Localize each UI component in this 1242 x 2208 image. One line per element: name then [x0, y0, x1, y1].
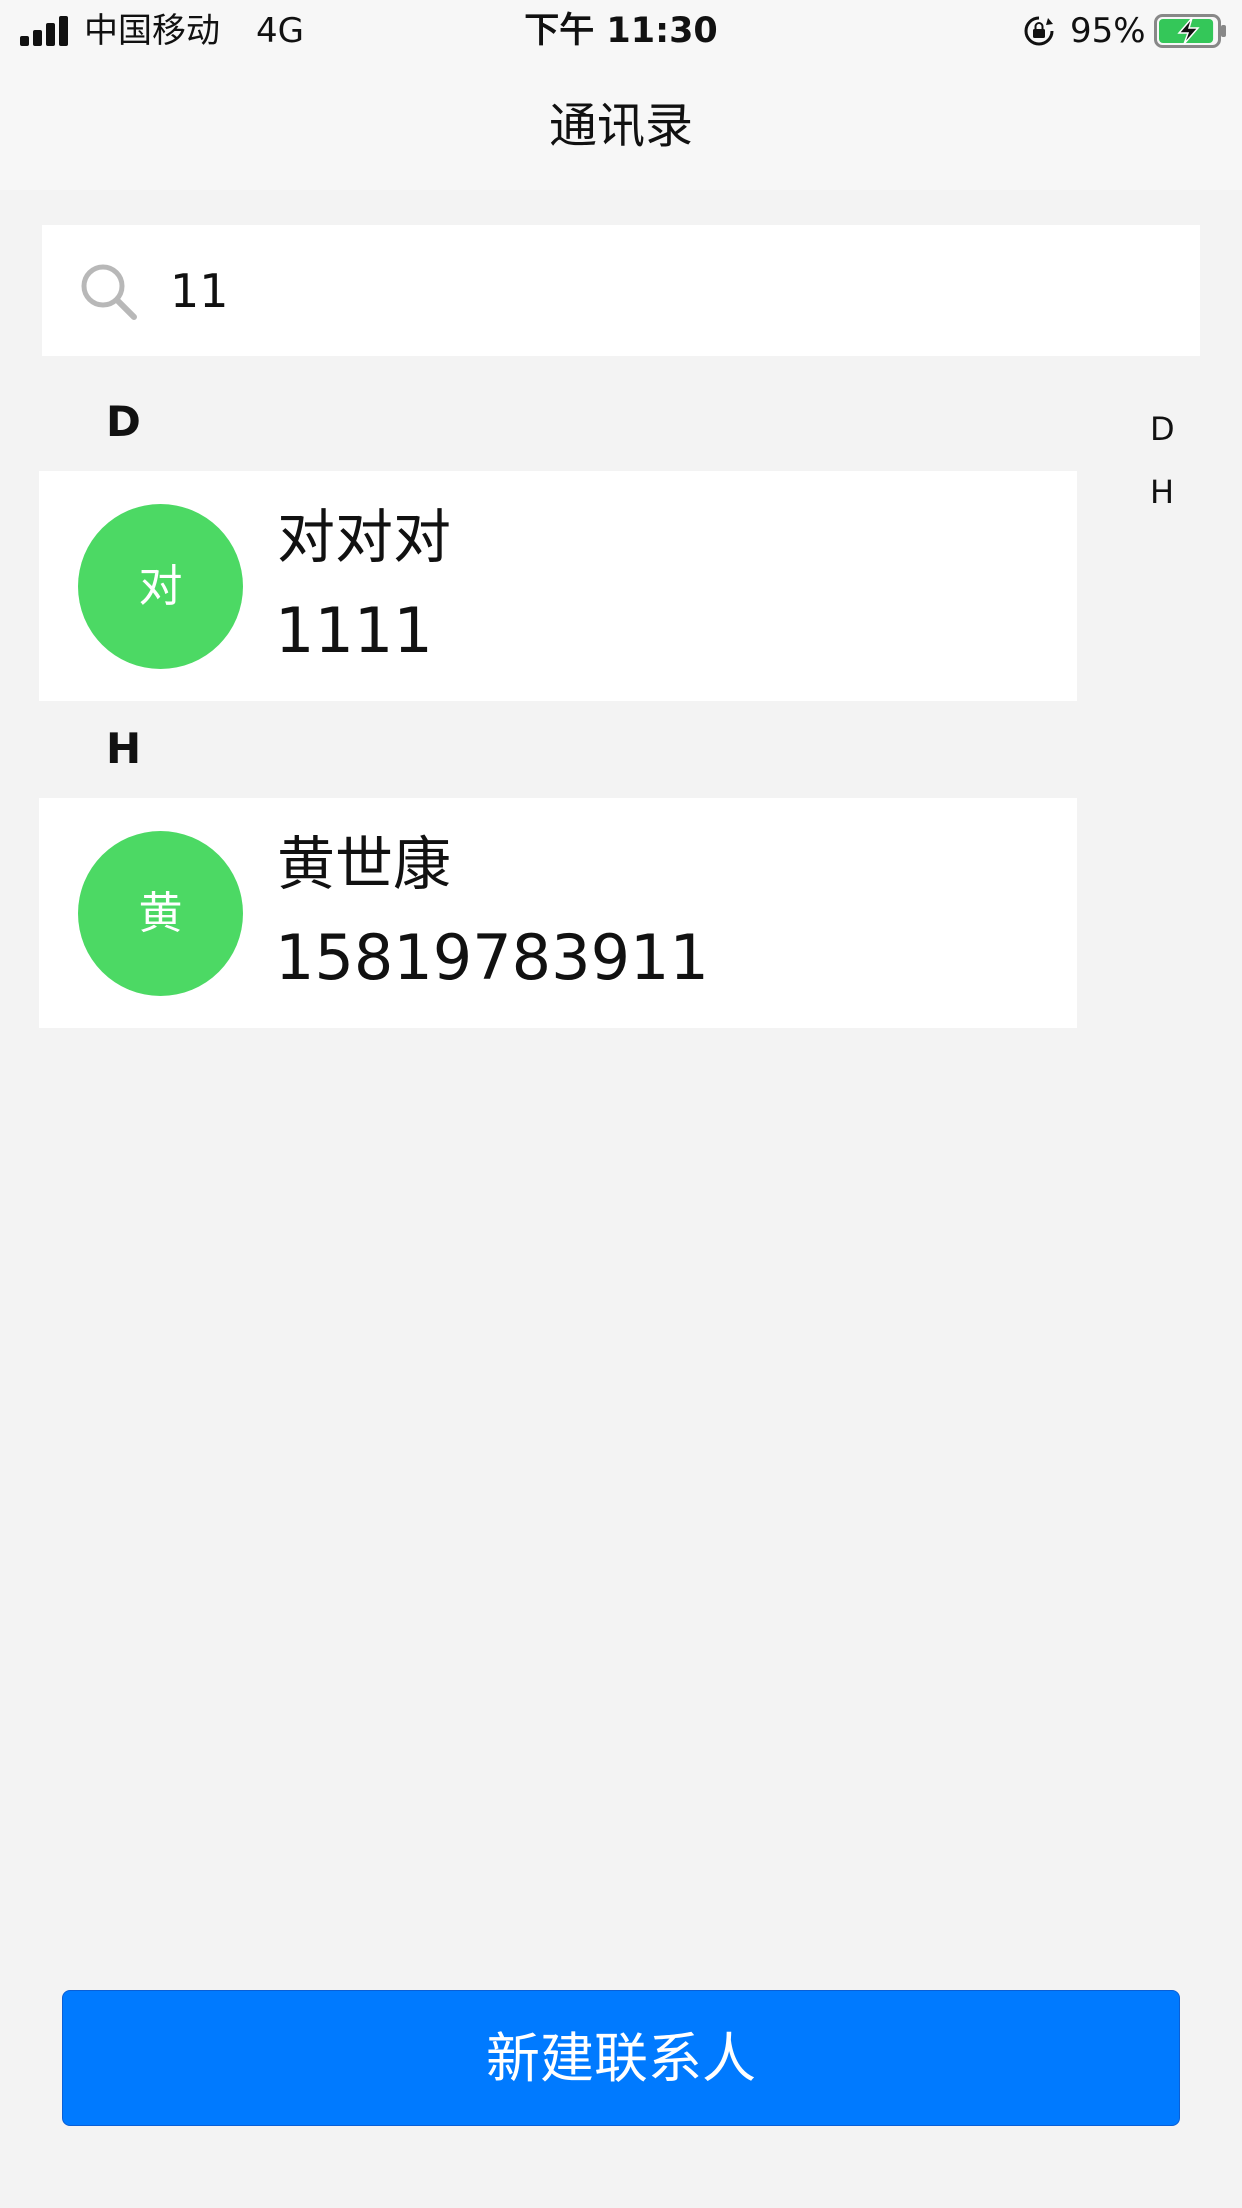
section-header-d: D: [106, 397, 141, 446]
contacts-screen: 中国移动 4G 下午 11:30 95% 通讯录 D 对 对对对 11: [0, 0, 1242, 2208]
page-title: 通讯录: [548, 98, 693, 154]
navigation-bar: 通讯录: [0, 62, 1242, 190]
new-contact-button[interactable]: 新建联系人: [62, 1990, 1180, 2126]
index-item-d[interactable]: D: [1150, 409, 1175, 449]
status-bar: 中国移动 4G 下午 11:30 95%: [0, 0, 1242, 62]
contact-phone: 1111: [275, 594, 433, 667]
search-icon: [81, 264, 137, 320]
rotation-lock-icon: [1024, 16, 1054, 46]
contact-name: 对对对: [277, 503, 452, 571]
index-item-h[interactable]: H: [1150, 472, 1174, 512]
avatar: 黄: [78, 831, 243, 996]
battery-percent: 95%: [1070, 11, 1146, 51]
avatar: 对: [78, 504, 243, 669]
contact-row[interactable]: 对 对对对 1111: [39, 471, 1077, 701]
section-header-h: H: [106, 724, 142, 773]
contact-name: 黄世康: [277, 830, 452, 898]
search-input[interactable]: [170, 255, 1170, 327]
contact-phone: 15819783911: [275, 921, 709, 994]
contact-row[interactable]: 黄 黄世康 15819783911: [39, 798, 1077, 1028]
battery-charging-icon: [1154, 14, 1226, 48]
search-box[interactable]: [42, 225, 1200, 356]
